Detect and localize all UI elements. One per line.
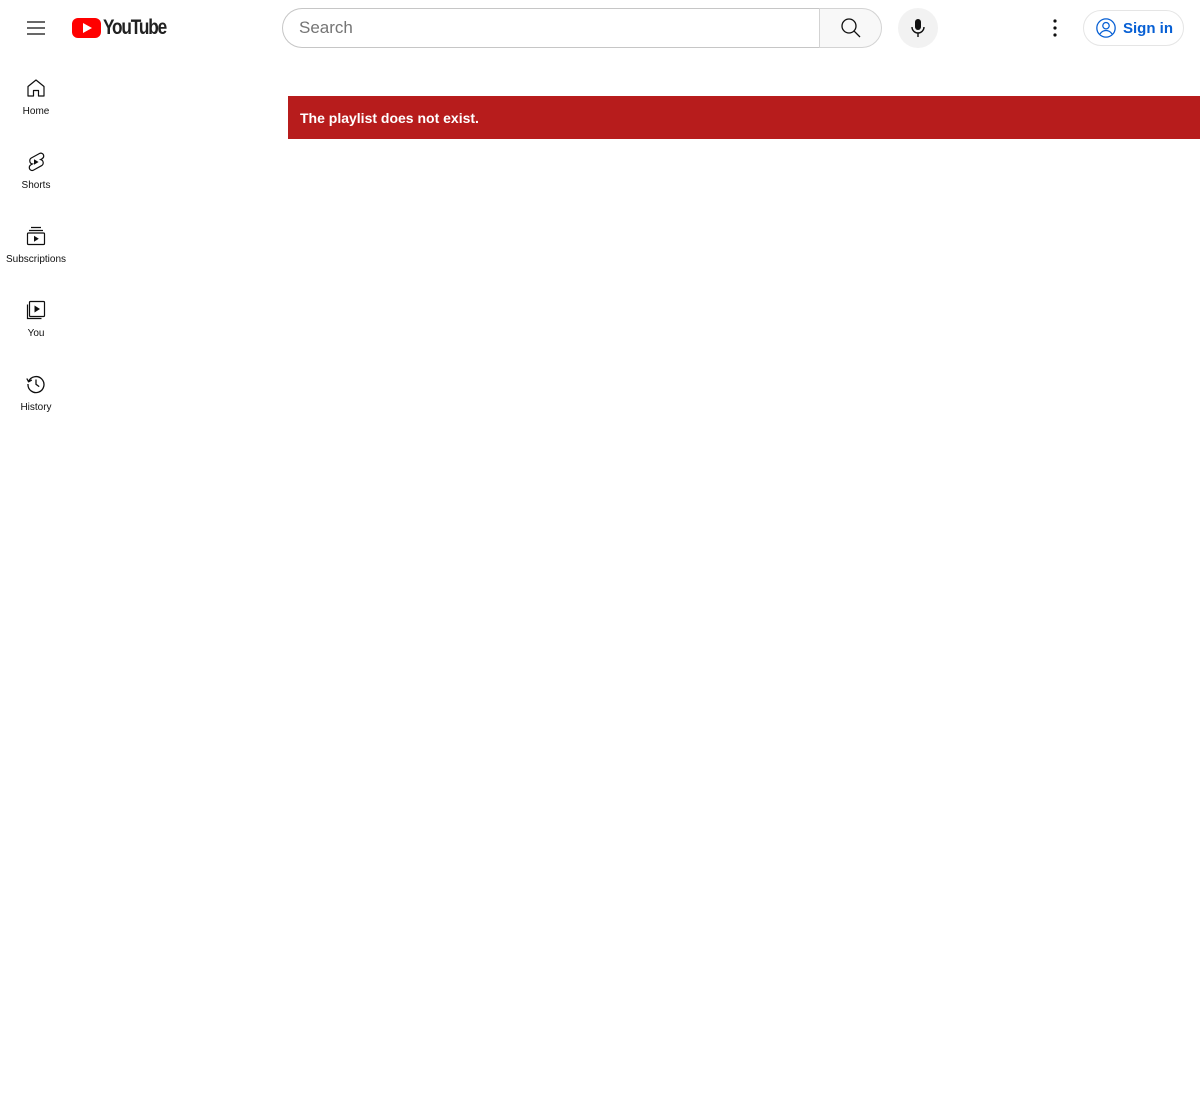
sign-in-label: Sign in (1123, 19, 1173, 37)
guide-item-home[interactable]: Home (0, 56, 72, 130)
youtube-logo[interactable]: YouTube (72, 17, 180, 39)
voice-search-button[interactable] (898, 8, 938, 48)
you-library-icon (26, 300, 46, 320)
error-alert-banner: The playlist does not exist. (288, 96, 1200, 139)
logo-text: YouTube (103, 16, 167, 39)
guide-menu-button[interactable] (16, 8, 56, 48)
hamburger-menu-icon (27, 21, 45, 35)
masthead: YouTube Sign in (0, 0, 1200, 56)
guide-item-you[interactable]: You (0, 278, 72, 352)
guide-item-label: You (27, 328, 45, 339)
home-icon (27, 79, 45, 97)
alert-message: The playlist does not exist. (300, 109, 479, 126)
guide-item-label: Subscriptions (5, 254, 67, 265)
shorts-icon (28, 152, 45, 172)
microphone-icon (911, 19, 925, 37)
account-circle-icon (1096, 18, 1116, 38)
guide-item-label: Shorts (21, 180, 51, 191)
guide-item-label: Home (22, 106, 50, 117)
history-icon (26, 375, 45, 394)
more-vertical-icon (1053, 19, 1057, 37)
guide-item-label: History (20, 402, 52, 413)
guide-item-subscriptions[interactable]: Subscriptions (0, 204, 72, 278)
search-icon (840, 18, 860, 38)
search-button[interactable] (819, 8, 882, 48)
mini-guide: Home Shorts Subscriptions You History (0, 56, 72, 426)
guide-item-history[interactable]: History (0, 352, 72, 426)
settings-more-button[interactable] (1035, 8, 1075, 48)
search-input[interactable] (282, 8, 819, 48)
guide-item-shorts[interactable]: Shorts (0, 130, 72, 204)
search-box (282, 8, 882, 48)
youtube-play-logo-icon (72, 18, 101, 38)
subscriptions-icon (26, 226, 46, 246)
sign-in-button[interactable]: Sign in (1083, 10, 1184, 46)
